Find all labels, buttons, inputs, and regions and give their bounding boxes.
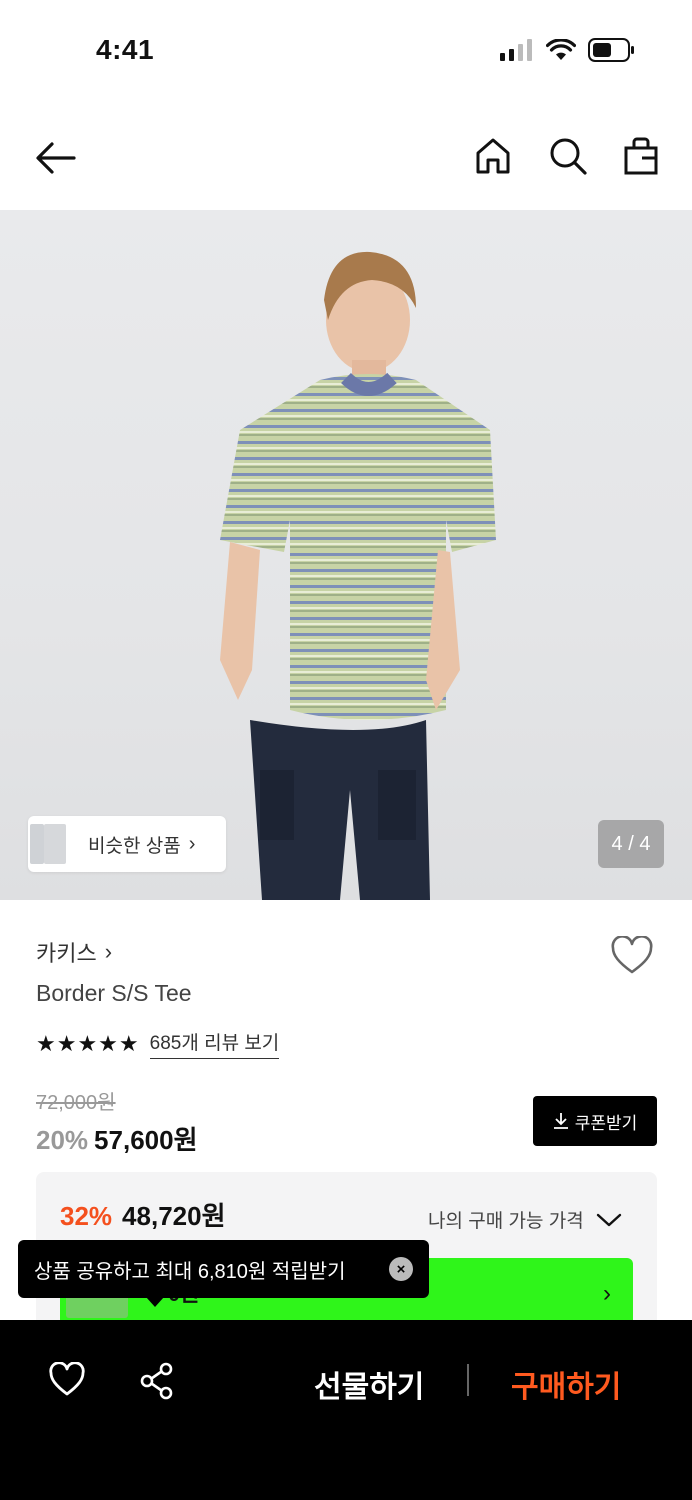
top-nav xyxy=(0,110,692,206)
brand-link[interactable]: 카키스 › xyxy=(36,936,112,968)
like-button[interactable] xyxy=(48,1361,86,1398)
heart-icon xyxy=(611,935,653,974)
product-image-carousel[interactable]: 비슷한 상품 › 4 / 4 xyxy=(0,210,692,900)
arrow-left-icon xyxy=(36,142,76,174)
share-icon xyxy=(140,1362,173,1400)
search-button[interactable] xyxy=(548,136,588,176)
similar-products-button[interactable]: 비슷한 상품 › xyxy=(28,816,226,872)
rating-stars: ★★★★★ xyxy=(36,1030,140,1056)
original-price: 72,000원 xyxy=(36,1092,116,1114)
status-time: 4:41 xyxy=(96,34,155,65)
status-bar: 4:41 xyxy=(0,0,692,100)
rating-row: ★★★★★ 685개 리뷰 보기 xyxy=(36,1028,280,1059)
chevron-right-icon: › xyxy=(104,939,113,964)
best-price: 48,720원 xyxy=(122,1201,226,1231)
back-button[interactable] xyxy=(34,138,78,178)
search-icon xyxy=(550,138,587,175)
sale-price: 57,600원 xyxy=(94,1125,198,1155)
battery-icon xyxy=(588,38,634,62)
wifi-icon xyxy=(546,39,576,60)
similar-thumbnails xyxy=(30,816,70,872)
close-icon[interactable]: × xyxy=(389,1257,413,1281)
bottom-action-bar: 선물하기 구매하기 xyxy=(0,1320,692,1500)
divider xyxy=(467,1364,469,1396)
shopping-bag-button[interactable] xyxy=(622,136,660,176)
share-reward-tooltip: 상품 공유하고 최대 6,810원 적립받기 × xyxy=(18,1240,429,1307)
tooltip-arrow xyxy=(146,1297,164,1307)
status-icons xyxy=(500,38,636,62)
review-link[interactable]: 685개 리뷰 보기 xyxy=(149,1028,280,1059)
similar-products-label: 비슷한 상품 xyxy=(88,835,181,857)
brand-name: 카키스 xyxy=(36,941,97,966)
best-price-row: 32% 48,720원 xyxy=(60,1196,226,1233)
my-price-toggle[interactable]: 나의 구매 가능 가격 xyxy=(428,1206,622,1233)
download-icon xyxy=(553,1113,568,1129)
wishlist-button[interactable] xyxy=(610,935,654,976)
product-photo xyxy=(220,251,496,900)
shopping-bag-icon xyxy=(624,137,658,175)
tooltip-text: 상품 공유하고 최대 6,810원 적립받기 xyxy=(34,1260,346,1283)
gift-button[interactable]: 선물하기 xyxy=(314,1362,424,1406)
home-icon xyxy=(476,138,510,174)
image-page-indicator: 4 / 4 xyxy=(598,820,664,868)
discount-rate: 20% xyxy=(36,1125,89,1155)
home-button[interactable] xyxy=(474,136,512,176)
share-button[interactable] xyxy=(139,1362,175,1400)
chevron-right-icon: › xyxy=(603,1280,611,1307)
price-row: 20% 57,600원 xyxy=(36,1120,198,1157)
coupon-button[interactable]: 쿠폰받기 xyxy=(533,1096,657,1146)
heart-icon xyxy=(49,1361,85,1396)
chevron-down-icon xyxy=(596,1213,621,1226)
best-discount: 32% xyxy=(60,1201,113,1231)
cellular-signal-icon xyxy=(500,39,532,61)
chevron-right-icon: › xyxy=(188,832,196,855)
my-price-label: 나의 구매 가능 가격 xyxy=(428,1211,584,1232)
coupon-label: 쿠폰받기 xyxy=(574,1113,638,1133)
buy-button[interactable]: 구매하기 xyxy=(511,1362,621,1406)
product-name: Border S/S Tee xyxy=(36,980,192,1006)
